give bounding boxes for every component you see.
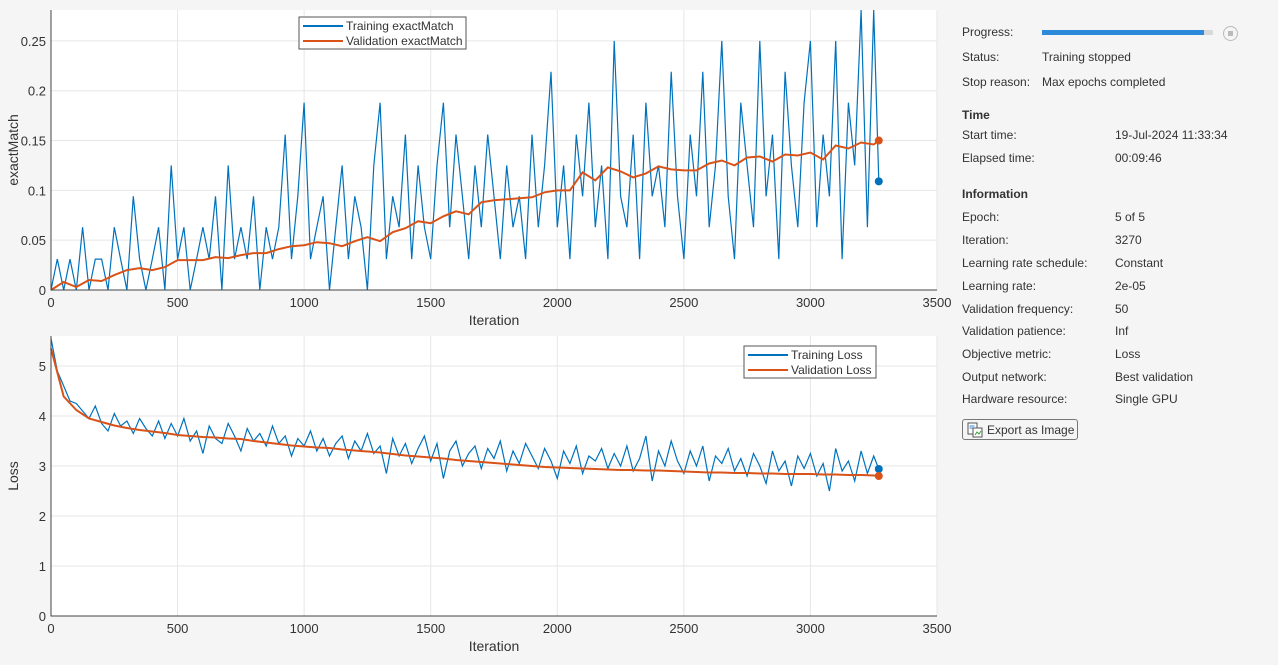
x-tick-label: 1000 bbox=[290, 295, 319, 310]
info-label: Hardware resource: bbox=[962, 392, 1068, 406]
elapsed-time-label: Elapsed time: bbox=[962, 151, 1035, 165]
final-point-marker bbox=[874, 136, 883, 145]
legend-entry: Training Loss bbox=[791, 348, 863, 362]
info-value: Best validation bbox=[1115, 370, 1194, 384]
y-axis-label: Loss bbox=[5, 461, 21, 491]
info-value: 5 of 5 bbox=[1115, 210, 1146, 224]
plot-area bbox=[51, 10, 937, 290]
export-as-image-button[interactable]: Export as Image bbox=[962, 419, 1078, 440]
y-tick-label: 1 bbox=[39, 559, 46, 574]
y-tick-label: 4 bbox=[39, 409, 46, 424]
info-value: Single GPU bbox=[1115, 392, 1178, 406]
y-tick-label: 0 bbox=[39, 283, 46, 298]
info-label: Iteration: bbox=[962, 233, 1009, 247]
status-value: Training stopped bbox=[1042, 50, 1131, 64]
x-tick-label: 500 bbox=[167, 295, 189, 310]
exactmatch-chart: 0 500 1000 1500 2000 2500 3000 3500 0 0.05 0.1 0.15… bbox=[5, 9, 951, 328]
loss-chart: 0 500 1000 1500 2000 2500 3000 3500 0 1 2 3 4 5 Iterat… bbox=[5, 336, 951, 654]
info-label: Learning rate: bbox=[962, 279, 1037, 293]
stop-training-button[interactable] bbox=[1223, 26, 1238, 41]
info-label: Epoch: bbox=[962, 210, 1000, 224]
x-tick-label: 3000 bbox=[796, 621, 825, 636]
time-heading: Time bbox=[962, 108, 990, 122]
info-value: Inf bbox=[1115, 324, 1129, 338]
stop-reason-value: Max epochs completed bbox=[1042, 75, 1166, 89]
x-tick-label: 1500 bbox=[416, 621, 445, 636]
info-label: Objective metric: bbox=[962, 347, 1052, 361]
info-value: 2e-05 bbox=[1115, 279, 1146, 293]
final-point-marker bbox=[874, 465, 883, 473]
x-tick-label: 0 bbox=[47, 295, 54, 310]
start-time-label: Start time: bbox=[962, 128, 1017, 142]
export-image-icon bbox=[967, 422, 983, 437]
status-label: Status: bbox=[962, 50, 1000, 64]
x-tick-label: 0 bbox=[47, 621, 54, 636]
legend-entry: Training exactMatch bbox=[346, 19, 454, 33]
y-tick-label: 0 bbox=[39, 609, 46, 624]
y-axis-label: exactMatch bbox=[5, 114, 21, 186]
y-tick-label: 3 bbox=[39, 459, 46, 474]
x-tick-label: 500 bbox=[167, 621, 189, 636]
progress-label: Progress: bbox=[962, 25, 1014, 39]
y-tick-label: 0.25 bbox=[21, 34, 46, 49]
info-value: 50 bbox=[1115, 302, 1129, 316]
x-tick-label: 3000 bbox=[796, 295, 825, 310]
progress-bar bbox=[1042, 30, 1213, 35]
start-time-value: 19-Jul-2024 11:33:34 bbox=[1115, 128, 1228, 142]
progress-bar-fill bbox=[1042, 30, 1205, 35]
x-tick-label: 2500 bbox=[669, 621, 698, 636]
info-value: Loss bbox=[1115, 347, 1141, 361]
info-value: Constant bbox=[1115, 256, 1164, 270]
legend-entry: Validation Loss bbox=[791, 363, 872, 377]
x-tick-label: 1500 bbox=[416, 295, 445, 310]
y-tick-label: 0.15 bbox=[21, 134, 46, 149]
legend-entry: Validation exactMatch bbox=[346, 34, 463, 48]
x-tick-label: 2000 bbox=[543, 295, 572, 310]
elapsed-time-value: 00:09:46 bbox=[1115, 151, 1162, 165]
stop-icon bbox=[1228, 31, 1233, 36]
x-tick-label: 3500 bbox=[923, 295, 952, 310]
info-value: 3270 bbox=[1115, 233, 1142, 247]
y-tick-label: 5 bbox=[39, 359, 46, 374]
x-tick-label: 2000 bbox=[543, 621, 572, 636]
y-tick-label: 0.2 bbox=[28, 84, 46, 99]
information-heading: Information bbox=[962, 187, 1028, 201]
stop-reason-label: Stop reason: bbox=[962, 75, 1031, 89]
y-tick-label: 0.05 bbox=[21, 233, 46, 248]
x-tick-label: 3500 bbox=[923, 621, 952, 636]
info-label: Output network: bbox=[962, 370, 1047, 384]
final-point-marker bbox=[874, 177, 883, 186]
info-label: Validation frequency: bbox=[962, 302, 1074, 316]
x-tick-label: 1000 bbox=[290, 621, 319, 636]
info-label: Validation patience: bbox=[962, 324, 1066, 338]
info-label: Learning rate schedule: bbox=[962, 256, 1088, 270]
x-axis-label: Iteration bbox=[469, 638, 520, 654]
y-tick-label: 0.1 bbox=[28, 183, 46, 198]
final-point-marker bbox=[874, 472, 883, 480]
export-label: Export as Image bbox=[987, 422, 1075, 437]
y-tick-label: 2 bbox=[39, 509, 46, 524]
x-tick-label: 2500 bbox=[669, 295, 698, 310]
